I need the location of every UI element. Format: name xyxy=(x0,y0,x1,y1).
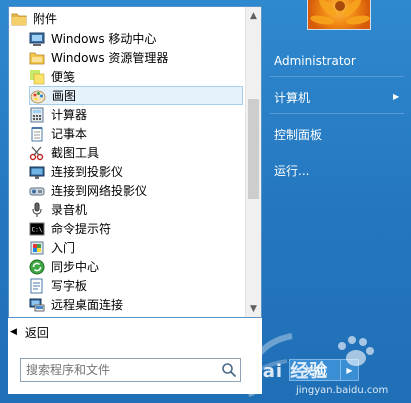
svg-text:C:\: C:\ xyxy=(32,226,43,233)
start-menu: 附件 Windows 移动中心 Windows 资源管理器 便笺 画图 计算器 … xyxy=(0,0,411,403)
back-arrow-icon: ◀ xyxy=(10,327,17,337)
menu-item-explorer[interactable]: Windows 资源管理器 xyxy=(29,48,243,67)
menu-item-label: 同步中心 xyxy=(51,260,100,274)
flower-picture-icon xyxy=(310,0,370,25)
menu-item-label: 命令提示符 xyxy=(51,222,112,236)
menu-item-label: 录音机 xyxy=(51,203,88,217)
menu-item-network-projector[interactable]: 连接到网络投影仪 xyxy=(29,181,243,200)
right-divider xyxy=(270,76,404,77)
menu-item-label: 画图 xyxy=(52,89,77,103)
folder-label: 附件 xyxy=(33,12,58,26)
scroll-thumb[interactable] xyxy=(248,99,259,199)
back-button[interactable]: ◀ 返回 xyxy=(10,322,49,342)
microphone-icon xyxy=(29,202,45,218)
menu-item-label: 远程桌面连接 xyxy=(51,298,124,312)
menu-item-label: 入门 xyxy=(51,241,76,255)
shutdown-options-arrow-icon[interactable]: ▶ xyxy=(341,359,359,381)
computer-link[interactable]: 计算机 xyxy=(274,89,310,106)
menu-item-label: 计算器 xyxy=(51,108,88,122)
programs-scrollbar[interactable]: ▲ ▼ xyxy=(245,7,261,317)
programs-pane: 附件 Windows 移动中心 Windows 资源管理器 便笺 画图 计算器 … xyxy=(8,6,262,318)
menu-item-wordpad[interactable]: 写字板 xyxy=(29,276,243,295)
menu-item-label: Windows 移动中心 xyxy=(51,32,157,46)
snipping-tool-icon xyxy=(29,145,45,161)
explorer-icon xyxy=(29,50,45,66)
menu-item-label: 截图工具 xyxy=(51,146,100,160)
mobility-center-icon xyxy=(29,31,45,47)
menu-item-label: 记事本 xyxy=(51,127,88,141)
right-divider xyxy=(270,113,404,114)
search-box[interactable] xyxy=(20,358,241,382)
menu-item-label: Windows 资源管理器 xyxy=(51,51,169,65)
notepad-icon xyxy=(29,126,45,142)
menu-item-sticky-notes[interactable]: 便笺 xyxy=(29,67,243,86)
menu-item-snipping-tool[interactable]: 截图工具 xyxy=(29,143,243,162)
menu-item-remote-desktop[interactable]: 远程桌面连接 xyxy=(29,295,243,314)
menu-item-label: 写字板 xyxy=(51,279,88,293)
menu-item-sync-center[interactable]: 同步中心 xyxy=(29,257,243,276)
menu-item-calculator[interactable]: 计算器 xyxy=(29,105,243,124)
projector-icon xyxy=(29,164,45,180)
run-link[interactable]: 运行... xyxy=(274,162,309,179)
folder-icon xyxy=(11,11,27,27)
scroll-down-arrow-icon[interactable]: ▼ xyxy=(246,300,261,317)
menu-item-sound-recorder[interactable]: 录音机 xyxy=(29,200,243,219)
sync-center-icon xyxy=(29,259,45,275)
submenu-arrow-icon: ▶ xyxy=(393,92,400,101)
getting-started-icon xyxy=(29,240,45,256)
menu-item-label: 便笺 xyxy=(51,70,76,84)
menu-item-getting-started[interactable]: 入门 xyxy=(29,238,243,257)
menu-item-command-prompt[interactable]: C:\ 命令提示符 xyxy=(29,219,243,238)
remote-desktop-icon xyxy=(29,297,45,313)
control-panel-link[interactable]: 控制面板 xyxy=(274,126,322,143)
network-projector-icon xyxy=(29,183,45,199)
menu-item-label: 连接到投影仪 xyxy=(51,165,124,179)
menu-item-paint[interactable]: 画图 xyxy=(29,86,243,105)
watermark-text: Bai 经验 xyxy=(248,361,329,382)
calculator-icon xyxy=(29,107,45,123)
menu-item-notepad[interactable]: 记事本 xyxy=(29,124,243,143)
user-avatar[interactable] xyxy=(307,0,371,30)
sticky-notes-icon xyxy=(29,69,45,85)
menu-item-projector[interactable]: 连接到投影仪 xyxy=(29,162,243,181)
wordpad-icon xyxy=(29,278,45,294)
menu-item-label: 连接到网络投影仪 xyxy=(51,184,148,198)
programs-list: 附件 Windows 移动中心 Windows 资源管理器 便笺 画图 计算器 … xyxy=(9,7,244,317)
paint-icon xyxy=(30,88,46,104)
search-icon[interactable] xyxy=(221,362,237,381)
user-name-link[interactable]: Administrator xyxy=(274,54,356,68)
search-input[interactable] xyxy=(26,360,216,380)
back-label: 返回 xyxy=(24,325,49,340)
cmd-icon: C:\ xyxy=(29,221,45,237)
menu-item-mobility-center[interactable]: Windows 移动中心 xyxy=(29,29,243,48)
watermark-url: jingyan.baidu.com xyxy=(296,385,389,396)
folder-accessories[interactable]: 附件 xyxy=(11,9,243,28)
scroll-up-arrow-icon[interactable]: ▲ xyxy=(246,7,261,24)
